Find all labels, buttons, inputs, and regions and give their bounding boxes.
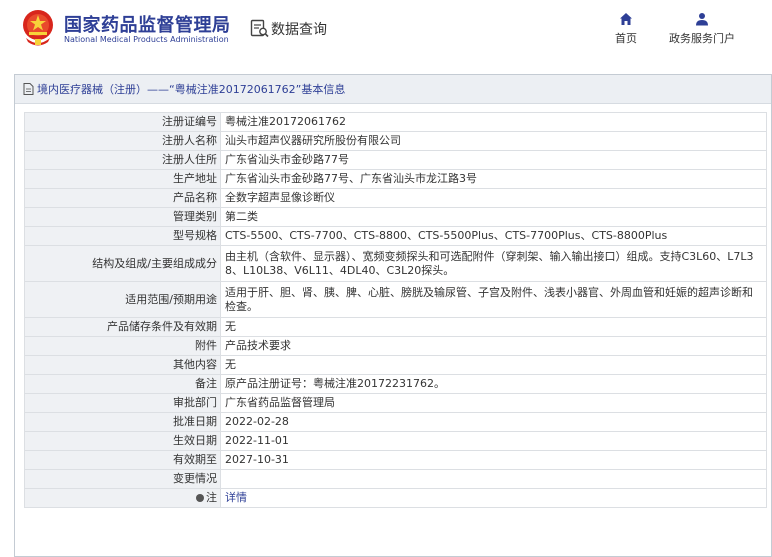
field-value: 原产品注册证号：粤械注准20172231762。 xyxy=(220,374,767,394)
field-value: 无 xyxy=(220,317,767,337)
field-value: 产品技术要求 xyxy=(220,336,767,356)
field-label-note: 注 xyxy=(24,488,221,508)
table-row: 生产地址 广东省汕头市金砂路77号、广东省汕头市龙江路3号 xyxy=(24,169,767,189)
nav-home-label: 首页 xyxy=(615,32,637,45)
field-value: 全数字超声显像诊断仪 xyxy=(220,188,767,208)
field-label: 型号规格 xyxy=(24,226,221,246)
field-label: 结构及组成/主要组成成分 xyxy=(24,245,221,282)
table-row: 其他内容无 xyxy=(24,355,767,375)
table-row: 注 详情 xyxy=(24,488,767,508)
nav-home[interactable]: 首页 xyxy=(606,12,646,46)
table-row: 批准日期 2022-02-28 xyxy=(24,412,767,432)
data-query-icon xyxy=(250,19,269,38)
field-label: 产品名称 xyxy=(24,188,221,208)
field-value: 广东省汕头市金砂路77号 xyxy=(220,150,767,170)
detail-panel: 境内医疗器械（注册）——“粤械注准20172061762”基本信息 注册证编号粤… xyxy=(14,74,772,557)
table-row: 变更情况 xyxy=(24,469,767,489)
field-label: 生效日期 xyxy=(24,431,221,451)
table-row: 注册证编号 粤械注准20172061762 xyxy=(24,112,767,132)
national-emblem-icon xyxy=(23,10,53,46)
nav-service-portal[interactable]: 政务服务门户 xyxy=(656,12,748,46)
field-value: 广东省汕头市金砂路77号、广东省汕头市龙江路3号 xyxy=(220,169,767,189)
field-label: 批准日期 xyxy=(24,412,221,432)
pin-icon xyxy=(196,494,204,502)
table-row: 结构及组成/主要组成成分 由主机（含软件、显示器）、宽频变频探头和可选配附件（穿刺… xyxy=(24,245,767,282)
field-value: 广东省药品监督管理局 xyxy=(220,393,767,413)
home-icon xyxy=(620,13,632,25)
field-value: 由主机（含软件、显示器）、宽频变频探头和可选配附件（穿刺架、输入输出接口）组成。… xyxy=(220,245,767,282)
field-label: 生产地址 xyxy=(24,169,221,189)
field-value xyxy=(220,469,767,489)
site-header: 国家药品监督管理局 National Medical Products Admi… xyxy=(0,0,772,66)
field-label: 注册人名称 xyxy=(24,131,221,151)
field-label: 变更情况 xyxy=(24,469,221,489)
table-row: 生效日期 2022-11-01 xyxy=(24,431,767,451)
table-row: 附件 产品技术要求 xyxy=(24,336,767,356)
field-label: 产品储存条件及有效期 xyxy=(24,317,221,337)
org-name-cn: 国家药品监督管理局 xyxy=(64,15,231,36)
field-label: 审批部门 xyxy=(24,393,221,413)
field-label: 适用范围/预期用途 xyxy=(24,281,221,318)
field-value: 2022-02-28 xyxy=(220,412,767,432)
table-row: 注册人名称 汕头市超声仪器研究所股份有限公司 xyxy=(24,131,767,151)
table-row: 有效期至 2027-10-31 xyxy=(24,450,767,470)
registration-info-table: 注册证编号 粤械注准20172061762 注册人名称 汕头市超声仪器研究所股份有限… xyxy=(24,112,767,508)
field-value: 2022-11-01 xyxy=(220,431,767,451)
table-row: 产品名称 全数字超声显像诊断仪 xyxy=(24,188,767,208)
field-value: 粤械注准20172061762 xyxy=(220,112,767,132)
table-row: 产品储存条件及有效期无 xyxy=(24,317,767,337)
field-label: 注册证编号 xyxy=(24,112,221,132)
field-label: 其他内容 xyxy=(24,355,221,375)
field-value: 详情 xyxy=(220,488,767,508)
field-value: 汕头市超声仪器研究所股份有限公司 xyxy=(220,131,767,151)
table-row: 注册人住所 广东省汕头市金砂路77号 xyxy=(24,150,767,170)
note-label: 注 xyxy=(206,491,217,504)
field-value: 适用于肝、胆、肾、胰、脾、心脏、膀胱及输尿管、子宫及附件、浅表小器官、外周血管和… xyxy=(220,281,767,318)
document-icon xyxy=(23,83,34,95)
data-query-label[interactable]: 数据查询 xyxy=(271,19,327,39)
field-label: 备注 xyxy=(24,374,221,394)
user-icon xyxy=(696,13,708,26)
table-row: 审批部门 广东省药品监督管理局 xyxy=(24,393,767,413)
field-label: 附件 xyxy=(24,336,221,356)
panel-title: 境内医疗器械（注册）——“粤械注准20172061762”基本信息 xyxy=(37,83,346,96)
field-value: 第二类 xyxy=(220,207,767,227)
field-label: 注册人住所 xyxy=(24,150,221,170)
field-value: CTS-5500、CTS-7700、CTS-8800、CTS-5500Plus、… xyxy=(220,226,767,246)
panel-title-bar: 境内医疗器械（注册）——“粤械注准20172061762”基本信息 xyxy=(15,75,771,104)
org-name-en: National Medical Products Administration xyxy=(64,35,229,44)
table-row: 备注 原产品注册证号：粤械注准20172231762。 xyxy=(24,374,767,394)
field-label: 有效期至 xyxy=(24,450,221,470)
details-link[interactable]: 详情 xyxy=(225,491,247,504)
field-value: 无 xyxy=(220,355,767,375)
table-row: 型号规格 CTS-5500、CTS-7700、CTS-8800、CTS-5500P… xyxy=(24,226,767,246)
nav-service-portal-label: 政务服务门户 xyxy=(669,32,735,45)
table-row: 管理类别 第二类 xyxy=(24,207,767,227)
field-value: 2027-10-31 xyxy=(220,450,767,470)
table-row: 适用范围/预期用途 适用于肝、胆、肾、胰、脾、心脏、膀胱及输尿管、子宫及附件、浅表… xyxy=(24,281,767,318)
field-label: 管理类别 xyxy=(24,207,221,227)
